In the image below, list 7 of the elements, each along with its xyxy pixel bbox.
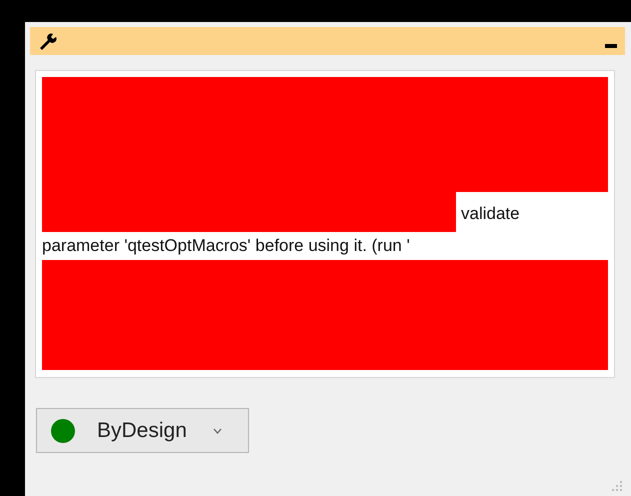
minimize-icon[interactable] xyxy=(605,44,617,48)
status-dropdown[interactable]: ByDesign xyxy=(36,408,249,453)
caret-icon xyxy=(212,428,222,434)
wrench-icon xyxy=(38,32,58,50)
message-text: parameter 'qtestOptMacros' before using it. (run ' xyxy=(42,235,411,257)
message-text: validate xyxy=(460,204,520,225)
resize-grip-icon[interactable] xyxy=(611,480,623,492)
